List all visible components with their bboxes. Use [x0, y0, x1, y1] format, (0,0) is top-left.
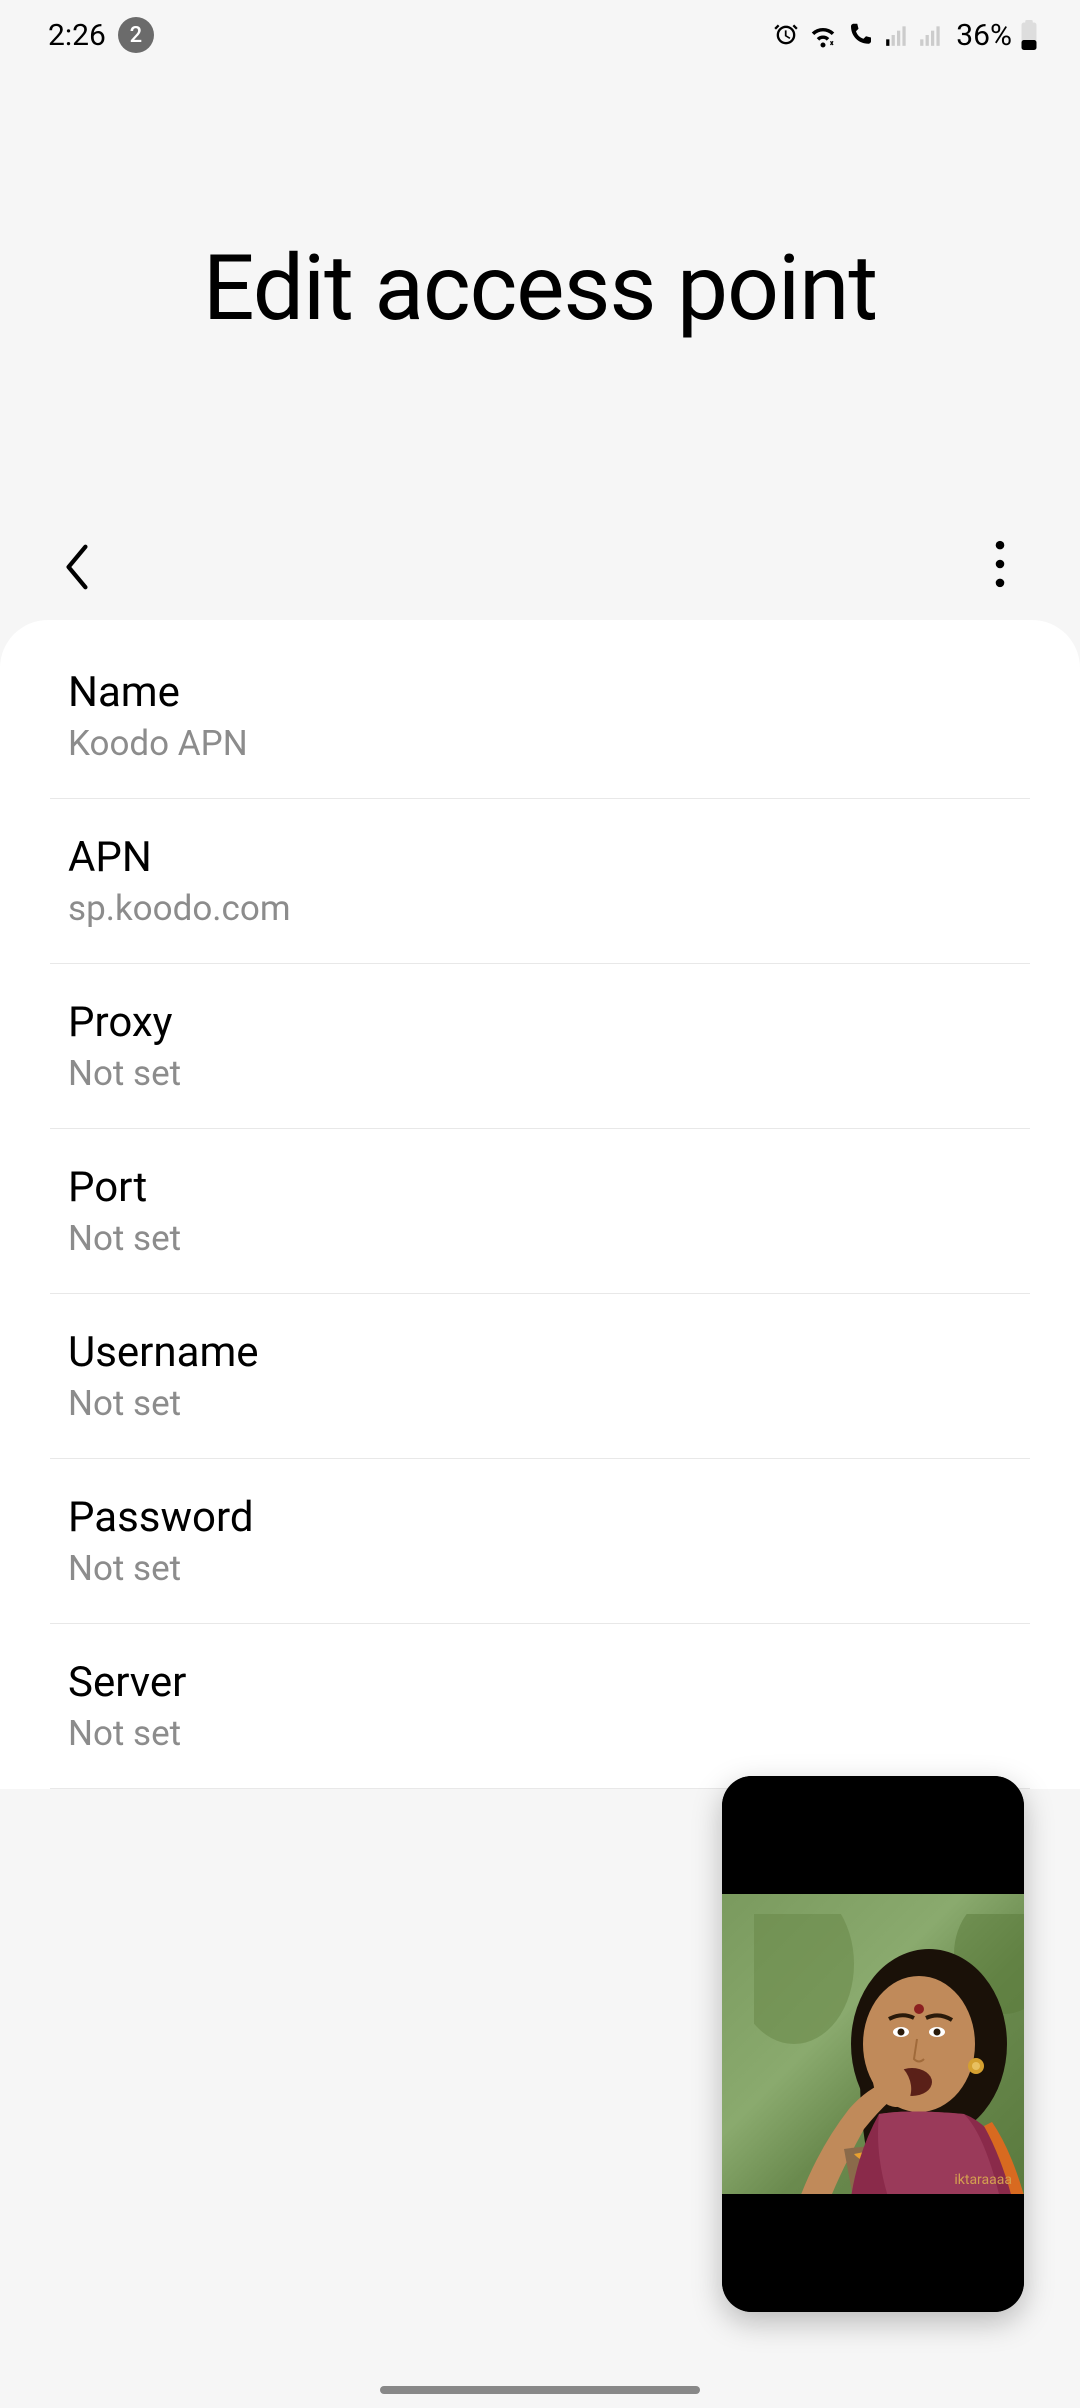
setting-label: Port [68, 1163, 1012, 1212]
setting-value: sp.koodo.com [68, 888, 1012, 929]
setting-row-proxy[interactable]: Proxy Not set [50, 964, 1030, 1129]
setting-value: Not set [68, 1053, 1012, 1094]
setting-value: Not set [68, 1548, 1012, 1589]
page-header: Edit access point [0, 60, 1080, 510]
pip-video-frame [754, 1914, 1024, 2194]
status-time: 2:26 [48, 18, 106, 53]
status-bar: 2:26 2 [0, 0, 1080, 60]
setting-row-name[interactable]: Name Koodo APN [50, 668, 1030, 799]
setting-label: APN [68, 833, 1012, 882]
more-menu-button[interactable] [980, 540, 1020, 580]
signal-icon-2 [918, 22, 944, 48]
pip-letterbox-bottom [722, 2194, 1024, 2312]
battery-percent: 36% [956, 18, 1012, 53]
pip-watermark: iktaraaaa [954, 2172, 1012, 2188]
setting-label: Password [68, 1493, 1012, 1542]
setting-label: Proxy [68, 998, 1012, 1047]
setting-label: Username [68, 1328, 1012, 1377]
toolbar [0, 510, 1080, 610]
battery-icon [1020, 20, 1038, 50]
setting-row-server[interactable]: Server Not set [50, 1624, 1030, 1789]
setting-row-username[interactable]: Username Not set [50, 1294, 1030, 1459]
setting-row-password[interactable]: Password Not set [50, 1459, 1030, 1624]
setting-row-port[interactable]: Port Not set [50, 1129, 1030, 1294]
signal-icon-1 [884, 22, 910, 48]
pip-window[interactable]: iktaraaaa [722, 1776, 1024, 2312]
setting-label: Server [68, 1658, 1012, 1707]
setting-value: Not set [68, 1218, 1012, 1259]
setting-value: Koodo APN [68, 723, 1012, 764]
notification-badge: 2 [118, 17, 154, 53]
pip-video-content: iktaraaaa [722, 1894, 1024, 2194]
page-title: Edit access point [40, 236, 1040, 342]
status-right: 36% [772, 18, 1038, 53]
wifi-icon [808, 20, 838, 50]
back-button[interactable] [60, 540, 100, 580]
alarm-icon [772, 21, 800, 49]
wifi-calling-icon [846, 20, 876, 50]
setting-label: Name [68, 668, 1012, 717]
setting-value: Not set [68, 1383, 1012, 1424]
status-left: 2:26 2 [48, 17, 154, 53]
setting-value: Not set [68, 1713, 1012, 1754]
gesture-bar[interactable] [380, 2386, 700, 2394]
setting-row-apn[interactable]: APN sp.koodo.com [50, 799, 1030, 964]
settings-list: Name Koodo APN APN sp.koodo.com Proxy No… [0, 620, 1080, 1789]
pip-letterbox-top [722, 1776, 1024, 1894]
